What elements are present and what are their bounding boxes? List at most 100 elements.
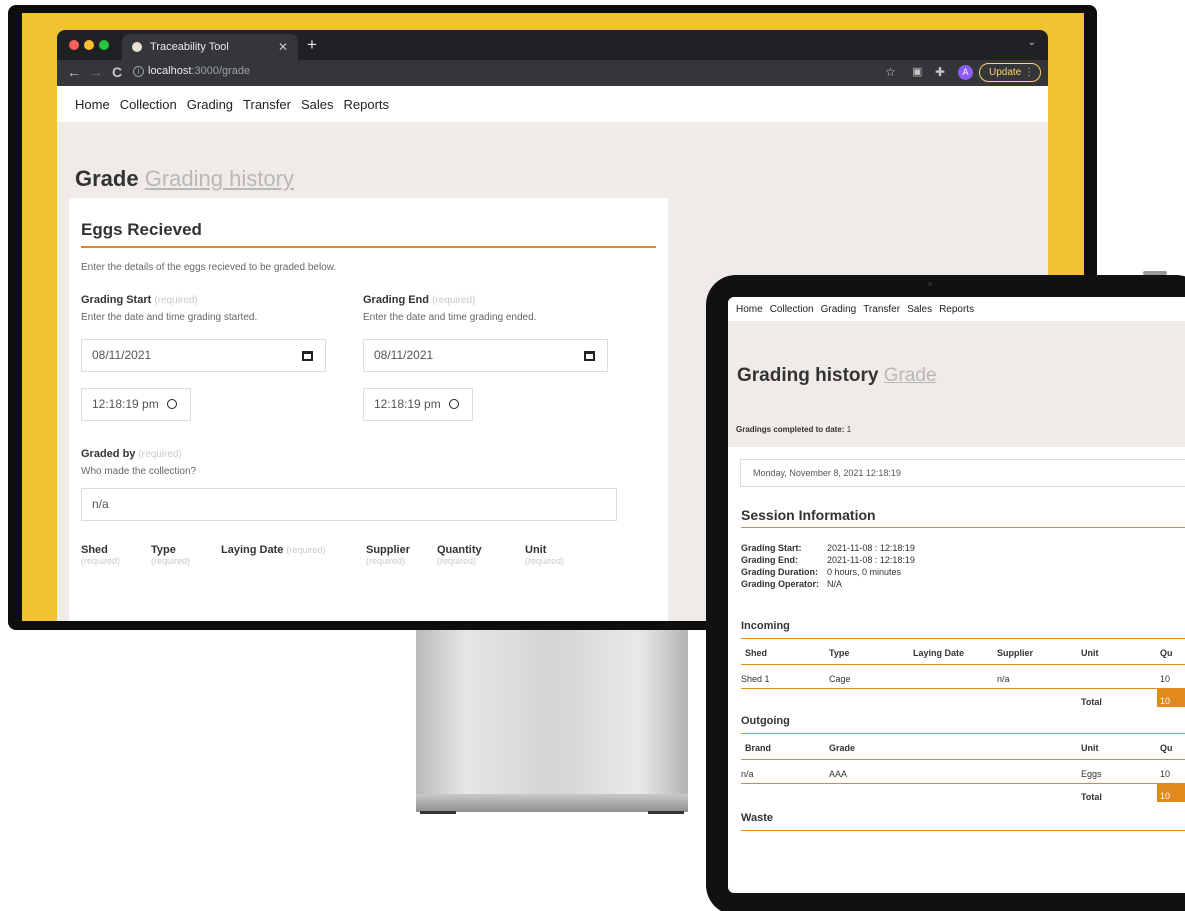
nav-reports[interactable]: Reports (939, 304, 974, 315)
extensions-puzzle-icon[interactable]: ✚ (935, 65, 945, 79)
forward-arrow-icon[interactable]: → (89, 64, 103, 80)
required-tag: (required) (366, 556, 406, 566)
calendar-icon[interactable] (584, 351, 595, 361)
total-row: Total 10 (741, 689, 1185, 713)
table-row: Shed 1 Cage n/a 10 (741, 665, 1185, 689)
egg-favicon-icon (132, 42, 142, 52)
nav-home[interactable]: Home (75, 97, 110, 112)
session-key: Grading End: (741, 555, 798, 565)
new-tab-plus-icon[interactable]: + (307, 35, 317, 55)
nav-transfer[interactable]: Transfer (243, 97, 291, 112)
col-shed: Shed (745, 648, 768, 658)
update-button[interactable]: Update ⋮ (979, 63, 1041, 82)
page-title-text: Grade (75, 166, 139, 191)
notion-extension-icon[interactable]: ▣ (912, 65, 922, 78)
kebab-menu-icon: ⋮ (1024, 67, 1035, 78)
required-tag: (required) (437, 556, 477, 566)
site-info-icon[interactable]: i (133, 66, 144, 77)
profile-avatar[interactable]: A (958, 65, 973, 80)
gradings-count-label: Gradings completed to date: (736, 425, 845, 434)
tablet-page-title: Grading history Grade (737, 365, 937, 387)
url-host: localhost (148, 65, 192, 77)
nav-sales[interactable]: Sales (301, 97, 334, 112)
col-supplier: Supplier (997, 648, 1034, 658)
grading-end-group: Grading End (required) Enter the date an… (363, 294, 653, 323)
tablet-screen: Home Collection Grading Transfer Sales R… (728, 297, 1185, 893)
tab-close-icon[interactable]: ✕ (278, 34, 288, 60)
grading-date-select[interactable]: Monday, November 8, 2021 12:18:19 (740, 459, 1185, 487)
grading-start-time-input[interactable]: 12:18:19 pm (81, 388, 191, 421)
clock-icon[interactable] (448, 399, 459, 409)
browser-tab[interactable]: Traceability Tool ✕ (122, 34, 298, 60)
update-label: Update (989, 67, 1022, 78)
tablet-camera (928, 282, 932, 286)
col-laying-date-label: Laying Date (221, 544, 284, 556)
graded-by-label-text: Graded by (81, 448, 136, 460)
col-type: Type (829, 648, 850, 658)
nav-grading[interactable]: Grading (187, 97, 233, 112)
total-value: 10 (1157, 689, 1185, 707)
grading-start-label: Grading Start (required) (81, 294, 331, 306)
bookmark-star-icon[interactable]: ☆ (885, 65, 896, 79)
grading-start-date-input[interactable]: 08/11/2021 (81, 339, 326, 372)
cell-type: Cage (829, 674, 851, 684)
calendar-icon[interactable] (302, 351, 313, 361)
col-grade: Grade (829, 743, 856, 753)
grading-end-date-input[interactable]: 08/11/2021 (363, 339, 608, 372)
incoming-title: Incoming (741, 620, 1185, 639)
window-minimize-button[interactable] (84, 40, 94, 50)
session-row: Grading Operator: N/A (741, 578, 1185, 590)
nav-transfer[interactable]: Transfer (863, 304, 900, 315)
nav-grading[interactable]: Grading (821, 304, 857, 315)
session-value: 2021-11-08 : 12:18:19 (827, 543, 915, 553)
cell-quantity: 10 (1160, 674, 1171, 684)
nav-collection[interactable]: Collection (770, 304, 814, 315)
table-row: n/a AAA Eggs 10 (741, 760, 1185, 784)
reload-icon[interactable]: C (112, 64, 122, 80)
grading-start-date-value: 08/11/2021 (92, 348, 152, 362)
grading-start-hint: Enter the date and time grading started. (81, 312, 258, 323)
session-info-title: Session Information (741, 507, 1185, 528)
clock-icon[interactable] (166, 399, 177, 409)
nav-home[interactable]: Home (736, 304, 763, 315)
tab-search-chevron-icon[interactable]: ⌄ (1028, 37, 1036, 48)
col-laying-date: Laying Date (required) (221, 544, 325, 556)
monitor-stand-base (416, 794, 688, 812)
waste-title: Waste (741, 812, 1185, 831)
cell-shed: Shed 1 (741, 674, 770, 684)
incoming-table: Shed Type Laying Date Supplier Unit Qu S… (741, 639, 1185, 713)
device-mockup-scene: Traceability Tool ✕ + ⌄ ← → C i localhost… (0, 0, 1185, 911)
grading-start-label-text: Grading Start (81, 294, 152, 306)
session-row: Grading Start: 2021-11-08 : 12:18:19 (741, 542, 1185, 554)
card-description: Enter the details of the eggs recieved t… (81, 262, 337, 273)
grade-link[interactable]: Grade (884, 365, 937, 386)
browser-toolbar: ← → C i localhost:3000/grade ☆ ▣ ✚ A Upda… (57, 60, 1048, 86)
required-tag: (required) (81, 556, 121, 566)
nav-sales[interactable]: Sales (907, 304, 932, 315)
col-unit-label: Unit (525, 544, 547, 556)
tablet-page-title-text: Grading history (737, 365, 879, 386)
back-arrow-icon[interactable]: ← (67, 64, 81, 80)
graded-by-input[interactable]: n/a (81, 488, 617, 521)
card-title: Eggs Recieved (81, 220, 656, 248)
address-bar[interactable]: i localhost:3000/grade (133, 65, 250, 77)
col-quantity-label: Quantity (437, 544, 482, 556)
tablet-device: Home Collection Grading Transfer Sales R… (706, 275, 1185, 911)
nav-collection[interactable]: Collection (120, 97, 177, 112)
nav-reports[interactable]: Reports (343, 97, 389, 112)
outgoing-table: Brand Grade Unit Qu n/a AAA Eggs 10 Tota… (741, 734, 1185, 808)
stand-foot-right (648, 811, 684, 814)
grading-history-link[interactable]: Grading history (145, 166, 294, 191)
site-nav: Home Collection Grading Transfer Sales R… (57, 86, 1048, 122)
tablet-site-nav: Home Collection Grading Transfer Sales R… (728, 297, 1185, 321)
eggs-received-card: Eggs Recieved Enter the details of the e… (69, 198, 668, 621)
window-close-button[interactable] (69, 40, 79, 50)
cell-supplier: n/a (997, 674, 1010, 684)
total-label: Total (1081, 697, 1102, 707)
window-zoom-button[interactable] (99, 40, 109, 50)
col-quantity: Qu (1160, 743, 1173, 753)
grading-end-time-input[interactable]: 12:18:19 pm (363, 388, 473, 421)
graded-by-label: Graded by (required) (81, 448, 481, 460)
cell-grade: AAA (829, 769, 848, 779)
graded-by-hint: Who made the collection? (81, 466, 197, 477)
